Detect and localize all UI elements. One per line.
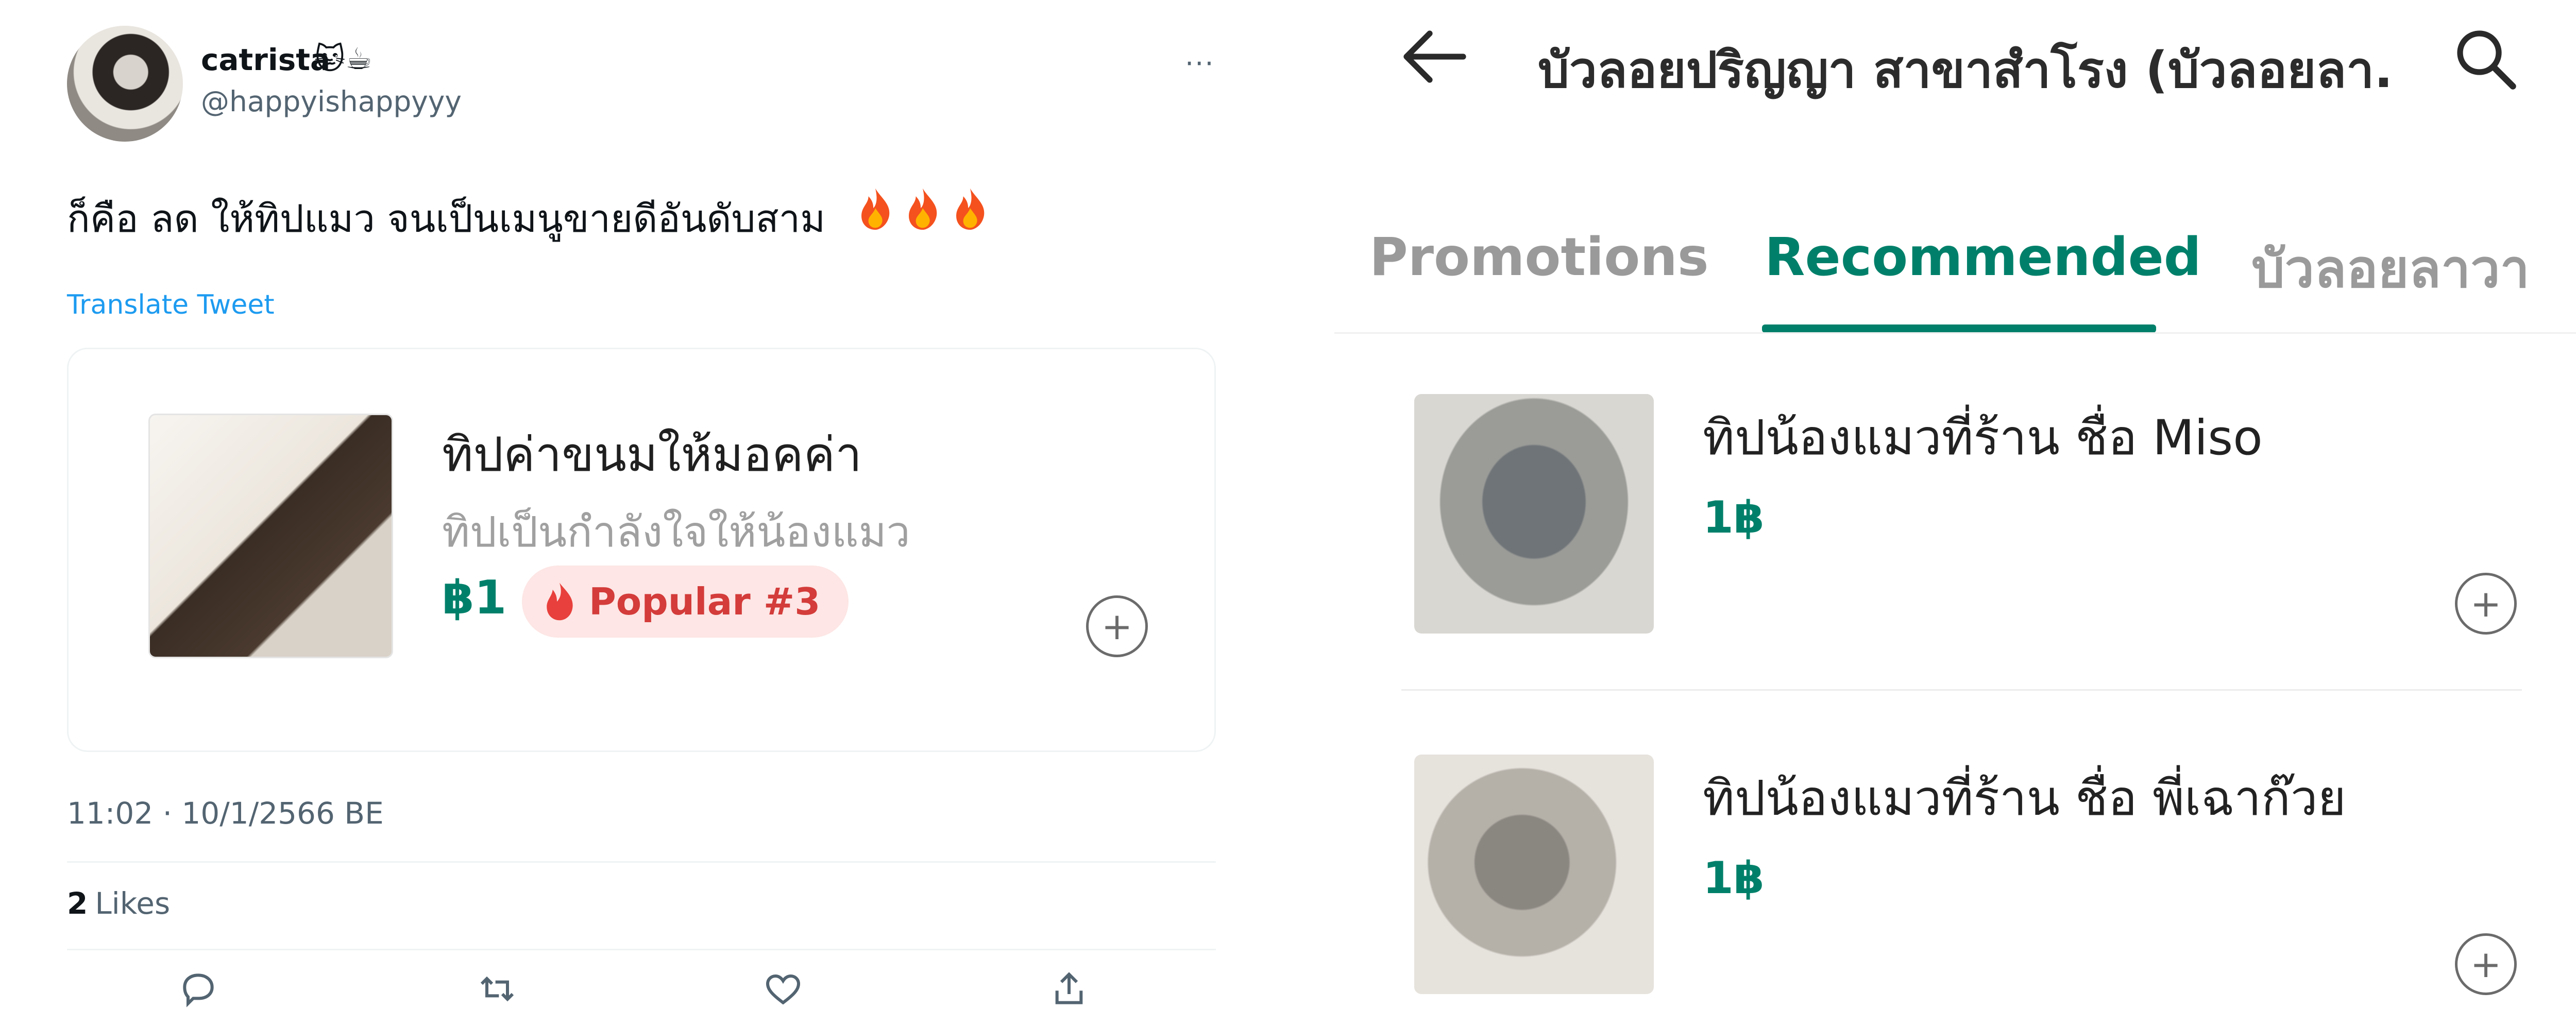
author-handle[interactable]: @happyishappyyy — [201, 85, 462, 118]
add-button[interactable]: + — [2455, 573, 2517, 635]
search-icon[interactable] — [2452, 26, 2519, 93]
item-price: 1฿ — [1703, 492, 1765, 543]
menu-item-photo — [148, 414, 393, 658]
add-button[interactable]: + — [2455, 933, 2517, 995]
retweet-icon[interactable] — [477, 968, 518, 1010]
likes-count: 2 — [67, 886, 88, 921]
fire-icon — [547, 583, 573, 621]
likes-label: Likes — [95, 886, 171, 921]
fire-icon — [956, 188, 985, 230]
divider — [1334, 332, 2576, 334]
menu-item-title: ทิปค่าขนมให้มอคค่า — [442, 427, 862, 482]
menu-item-cao-kuay[interactable]: ทิปน้องแมวที่ร้าน ชื่อ พี่เฉาก๊วย 1฿ + — [1334, 721, 2576, 1026]
fire-icon — [861, 188, 890, 230]
avatar[interactable] — [67, 26, 183, 142]
category-tabs: Promotions Recommended บัวลอยลาวา — [1334, 227, 2576, 335]
share-icon[interactable] — [1048, 968, 1090, 1010]
author-name[interactable]: catrista — [201, 42, 330, 77]
divider — [1401, 689, 2522, 691]
divider — [67, 861, 1216, 863]
popular-badge: Popular #3 — [522, 566, 849, 638]
active-tab-indicator — [1762, 324, 2156, 333]
menu-item-price: ฿1 — [442, 571, 507, 625]
more-options-icon[interactable]: ··· — [1185, 47, 1215, 80]
tweet-timestamp[interactable]: 11:02 · 10/1/2566 BE — [67, 796, 384, 831]
food-app-panel: บัวลอยปริญญา สาขาสำโรง (บัวลอยลา... Prom… — [1334, 0, 2576, 1026]
reply-icon[interactable] — [178, 968, 219, 1010]
menu-item-card[interactable]: ทิปค่าขนมให้มอคค่า ทิปเป็นกำลังใจให้น้อง… — [67, 348, 1216, 752]
menu-item-miso[interactable]: ทิปน้องแมวที่ร้าน ชื่อ Miso 1฿ + — [1334, 361, 2576, 711]
add-button[interactable]: + — [1086, 595, 1148, 657]
tab-buaroi-lava[interactable]: บัวลอยลาวา — [2251, 227, 2530, 310]
tweet-text: ก็คือ ลด ให้ทิปแมว จนเป็นเมนูขายดีอันดับ… — [67, 197, 825, 241]
item-title: ทิปน้องแมวที่ร้าน ชื่อ พี่เฉาก๊วย — [1703, 771, 2346, 827]
tab-recommended[interactable]: Recommended — [1765, 227, 2201, 288]
translate-tweet-link[interactable]: Translate Tweet — [67, 289, 275, 320]
tweet-panel: catrista 🐱☕ @happyishappyyy ··· ก็คือ ลด… — [0, 0, 1309, 1026]
author-emoji: 🐱☕ — [314, 41, 372, 76]
divider — [67, 949, 1216, 950]
menu-item-subtitle: ทิปเป็นกำลังใจให้น้องแมว — [442, 508, 910, 557]
likes-summary[interactable]: 2 Likes — [67, 886, 170, 921]
cat-photo — [1414, 755, 1654, 994]
screenshot: catrista 🐱☕ @happyishappyyy ··· ก็คือ ลด… — [0, 0, 2576, 1026]
tweet-actions — [67, 968, 1216, 1015]
store-title: บัวลอยปริญญา สาขาสำโรง (บัวลอยลา... — [1538, 41, 2393, 99]
item-price: 1฿ — [1703, 852, 1765, 904]
tab-promotions[interactable]: Promotions — [1369, 227, 1709, 288]
item-title: ทิปน้องแมวที่ร้าน ชื่อ Miso — [1703, 410, 2263, 466]
popular-badge-label: Popular #3 — [589, 580, 821, 623]
back-arrow-icon[interactable] — [1401, 28, 1468, 85]
like-icon[interactable] — [762, 968, 804, 1010]
fire-emoji-group — [855, 186, 990, 232]
fire-icon — [909, 188, 937, 230]
cat-photo — [1414, 394, 1654, 634]
